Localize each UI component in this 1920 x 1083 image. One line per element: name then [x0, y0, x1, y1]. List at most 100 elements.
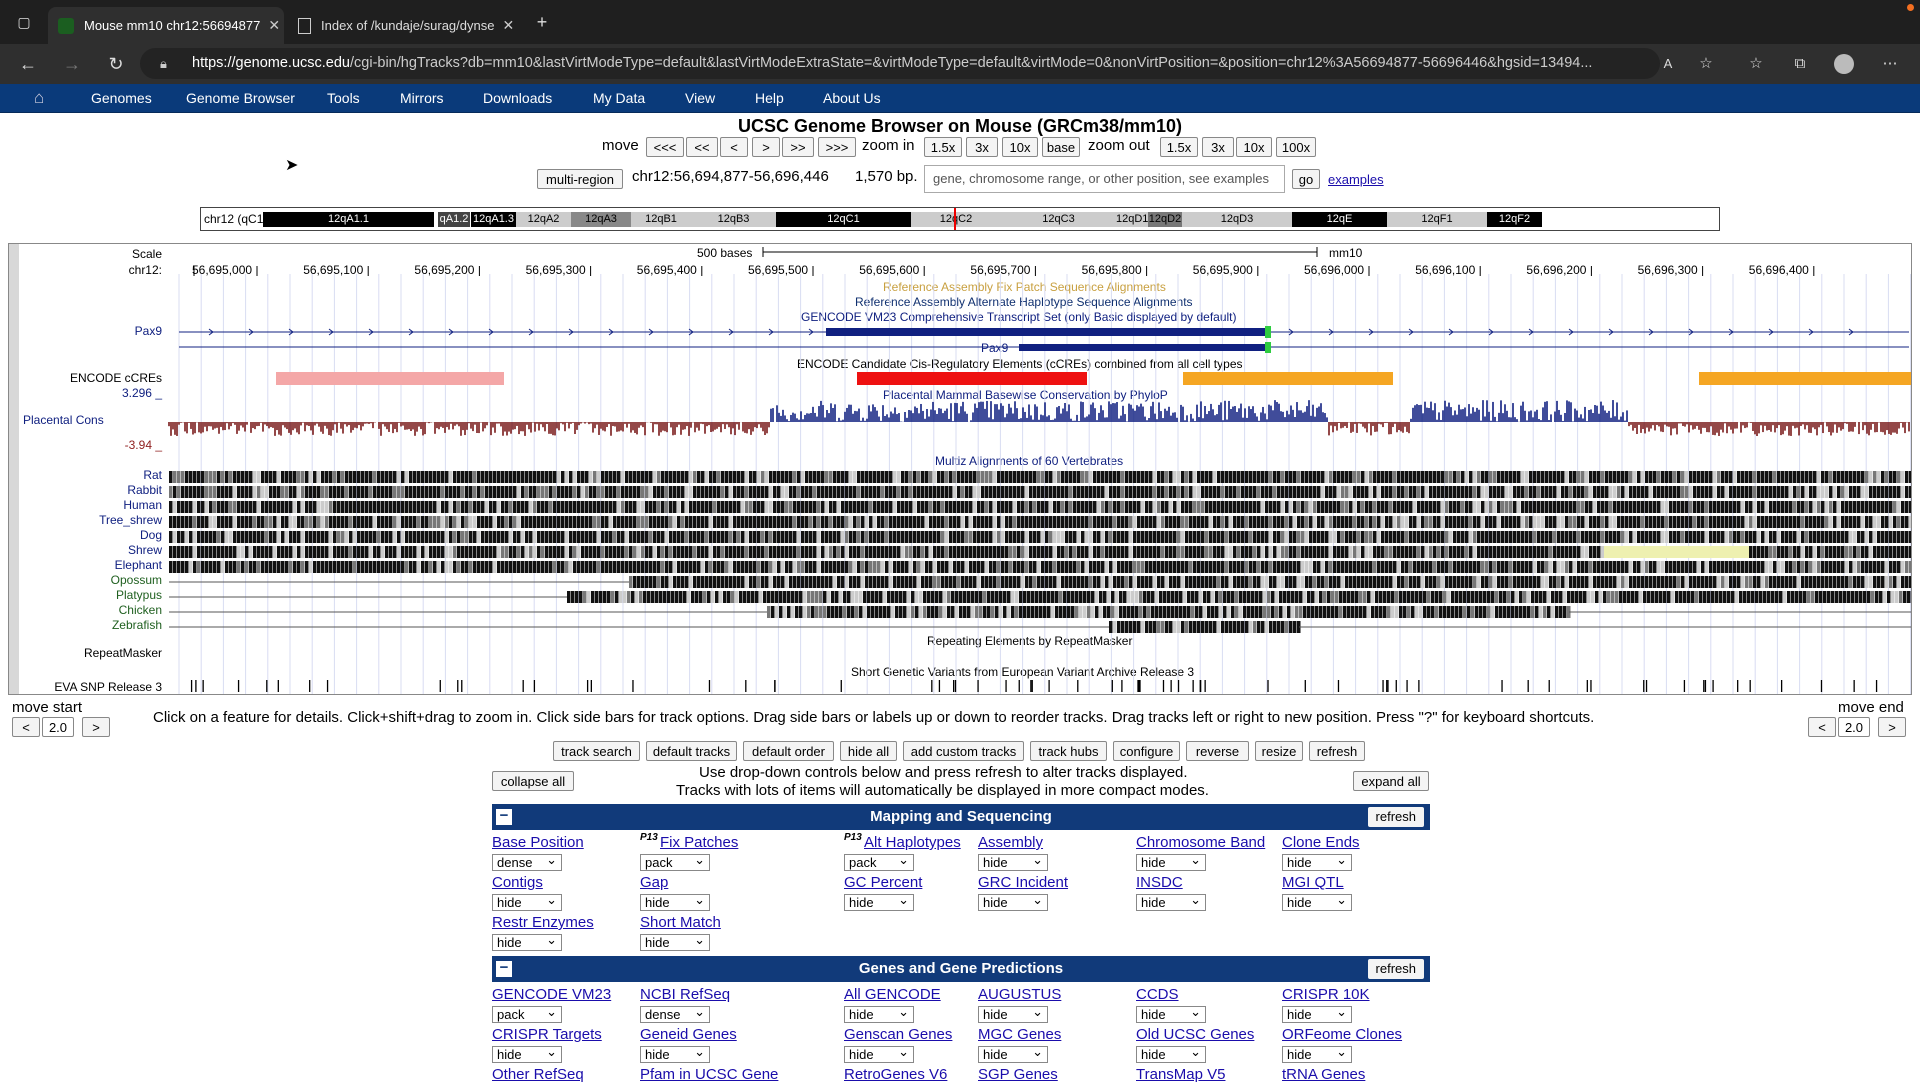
alignment-block: [1737, 486, 1741, 498]
alignment-block: [1053, 486, 1057, 498]
alignment-block: [595, 591, 599, 603]
move-button[interactable]: >>: [782, 137, 814, 157]
nav-my-data[interactable]: My Data: [593, 90, 645, 106]
favorite-add-icon[interactable]: ☆: [1694, 52, 1718, 76]
alignment-block: [657, 516, 661, 528]
nav-genomes[interactable]: Genomes: [91, 90, 152, 106]
nav-tools[interactable]: Tools: [327, 90, 360, 106]
alignment-block: [441, 501, 445, 513]
nav-downloads[interactable]: Downloads: [483, 90, 552, 106]
alignment-block: [1193, 531, 1197, 543]
alignment-block: [1161, 546, 1165, 558]
move-button[interactable]: <: [720, 137, 748, 157]
alignment-block: [389, 546, 393, 558]
multi-region-button[interactable]: multi-region: [537, 169, 623, 189]
alignment-block: [753, 486, 757, 498]
back-icon[interactable]: ←: [16, 52, 40, 76]
zoom-in-button[interactable]: 3x: [966, 137, 998, 157]
alignment-block: [733, 546, 737, 558]
alignment-block: [865, 516, 869, 528]
alignment-block: [1589, 471, 1593, 483]
alignment-block: [1457, 486, 1461, 498]
alignment-block: [929, 576, 933, 588]
close-tab-icon[interactable]: ✕: [494, 17, 514, 34]
alignment-block: [861, 561, 865, 573]
chromosome-ideogram[interactable]: chr12 (qC1) 12qA1.1qA1.212qA1.312qA212qA…: [200, 207, 1720, 231]
search-input[interactable]: gene, chromosome range, or other positio…: [924, 165, 1285, 193]
alignment-block: [853, 546, 857, 558]
nav-genome-browser[interactable]: Genome Browser: [186, 90, 295, 106]
alignment-block: [1633, 501, 1637, 513]
read-aloud-icon[interactable]: A: [1656, 52, 1680, 76]
move-button[interactable]: >>>: [818, 137, 856, 157]
alignment-block: [1309, 531, 1313, 543]
alignment-block: [1355, 591, 1359, 603]
alignment-block: [1441, 576, 1445, 588]
close-tab-icon[interactable]: ✕: [260, 17, 280, 34]
move-button[interactable]: <<<: [646, 137, 684, 157]
move-button[interactable]: >: [752, 137, 780, 157]
alignment-block: [1321, 516, 1325, 528]
profile-icon[interactable]: [1832, 52, 1856, 76]
alignment-block: [1373, 486, 1377, 498]
alignment-block: [1829, 516, 1833, 528]
alignment-block: [1027, 591, 1031, 603]
alignment-block: [789, 501, 793, 513]
collections-icon[interactable]: ⧉: [1788, 52, 1812, 76]
alignment-block: [273, 546, 277, 558]
forward-icon[interactable]: →: [60, 52, 84, 76]
zoom-out-button[interactable]: 1.5x: [1160, 137, 1198, 157]
alignment-block: [817, 471, 821, 483]
alignment-block: [689, 576, 693, 588]
alignment-block: [1399, 591, 1403, 603]
reload-icon[interactable]: ↻: [104, 52, 128, 76]
nav-mirrors[interactable]: Mirrors: [400, 90, 444, 106]
alignment-block: [373, 501, 377, 513]
zoom-in-button[interactable]: 1.5x: [924, 137, 962, 157]
alignment-block: [1601, 516, 1605, 528]
alignment-block: [293, 501, 297, 513]
alignment-block: [1445, 531, 1449, 543]
alignment-block: [1705, 516, 1709, 528]
alignment-block: [947, 591, 951, 603]
move-button[interactable]: <<: [686, 137, 718, 157]
alignment-block: [1053, 516, 1057, 528]
alignment-block: [733, 486, 737, 498]
tab-index[interactable]: Index of /kundaje/surag/dynse ✕: [288, 7, 524, 44]
tab-title: Mouse mm10 chr12:56694877: [84, 18, 260, 33]
zoom-in-button[interactable]: base: [1042, 137, 1080, 157]
home-icon[interactable]: ⌂: [34, 88, 44, 108]
zoom-out-button[interactable]: 100x: [1276, 137, 1316, 157]
tab-actions-icon[interactable]: ▢: [12, 10, 36, 34]
new-tab-icon[interactable]: +: [530, 10, 554, 34]
url-field[interactable]: 🔒︎ https://genome.ucsc.edu/cgi-bin/hgTra…: [140, 48, 1660, 79]
alignment-block: [655, 591, 659, 603]
alignment-block: [813, 546, 817, 558]
alignment-block: [1745, 516, 1749, 528]
nav-about-us[interactable]: About Us: [823, 90, 881, 106]
alignment-block: [1665, 516, 1669, 528]
alignment-block: [1013, 531, 1017, 543]
nav-help[interactable]: Help: [755, 90, 784, 106]
alignment-block: [1401, 501, 1405, 513]
zoom-out-button[interactable]: 3x: [1202, 137, 1234, 157]
track-image[interactable]: Scale chr12: 500 bases mm10 56,695,00056…: [8, 243, 1912, 695]
zoom-out-button[interactable]: 10x: [1236, 137, 1272, 157]
alignment-block: [849, 501, 853, 513]
alignment-block: [665, 516, 669, 528]
examples-link[interactable]: examples: [1328, 172, 1384, 187]
tab-ucsc[interactable]: Mouse mm10 chr12:56694877 ✕: [48, 7, 284, 44]
zoom-in-button[interactable]: 10x: [1002, 137, 1038, 157]
go-button[interactable]: go: [1292, 169, 1320, 189]
alignment-block: [575, 591, 579, 603]
alignment-block: [445, 486, 449, 498]
nav-view[interactable]: View: [685, 90, 715, 106]
alignment-block: [1197, 486, 1201, 498]
alignment-block: [941, 516, 945, 528]
more-menu-icon[interactable]: ⋯: [1878, 52, 1902, 76]
alignment-block: [273, 531, 277, 543]
alignment-block: [1505, 486, 1509, 498]
favorites-icon[interactable]: ☆: [1744, 52, 1768, 76]
alignment-block: [697, 576, 701, 588]
alignment-block: [241, 516, 245, 528]
